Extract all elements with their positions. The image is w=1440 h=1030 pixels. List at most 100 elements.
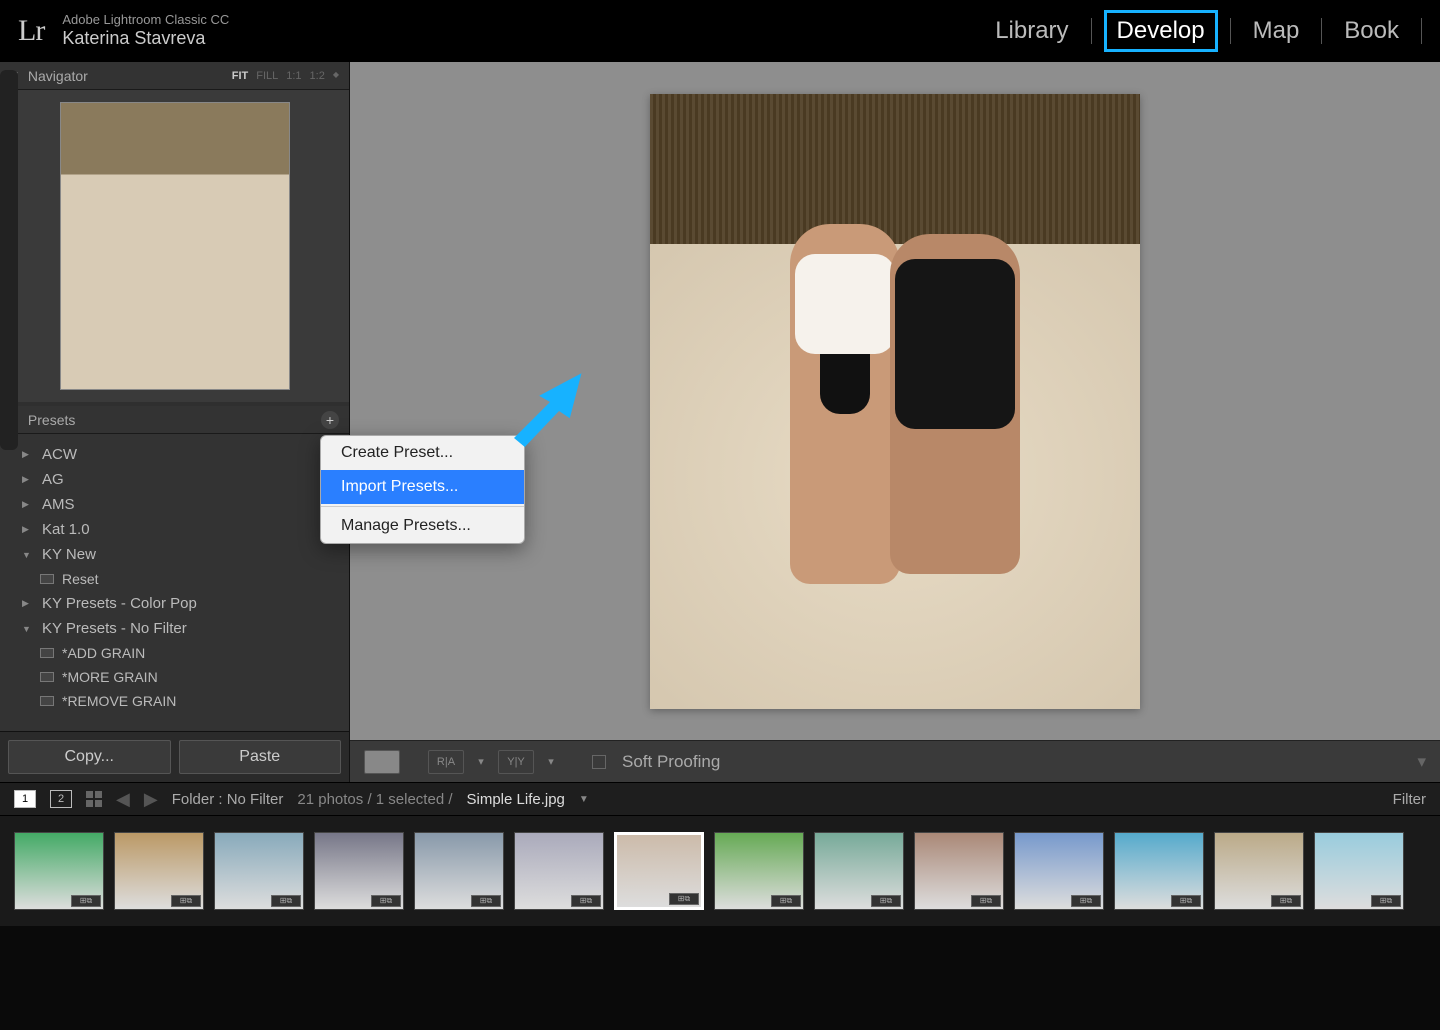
app-name: Adobe Lightroom Classic CC bbox=[62, 13, 229, 28]
presets-list: ▶ACW ▶AG ▶AMS ▶Kat 1.0 ▼KY New Reset ▶KY… bbox=[0, 434, 349, 731]
filter-label[interactable]: Filter bbox=[1393, 791, 1426, 808]
zoom-1-2[interactable]: 1:2 bbox=[310, 70, 325, 82]
filmstrip-thumb[interactable]: ⊞⧉ bbox=[714, 832, 804, 910]
filmstrip-thumb[interactable]: ⊞⧉ bbox=[314, 832, 404, 910]
chevron-right-icon: ▶ bbox=[22, 474, 34, 485]
module-develop[interactable]: Develop bbox=[1104, 10, 1218, 52]
folder-filter-label[interactable]: Folder : No Filter bbox=[172, 791, 284, 808]
filmstrip-thumb[interactable]: ⊞⧉ bbox=[814, 832, 904, 910]
filmstrip-thumb[interactable]: ⊞⧉ bbox=[214, 832, 304, 910]
add-preset-icon[interactable]: + bbox=[321, 411, 339, 429]
preset-folder-nofilter[interactable]: ▼KY Presets - No Filter bbox=[14, 616, 335, 641]
thumb-badge-icon: ⊞⧉ bbox=[1171, 895, 1201, 907]
preset-folder-colorpop[interactable]: ▶KY Presets - Color Pop bbox=[14, 591, 335, 616]
soft-proofing-label: Soft Proofing bbox=[622, 752, 720, 772]
preset-folder-kynew[interactable]: ▼KY New bbox=[14, 542, 335, 567]
divider bbox=[1421, 18, 1422, 44]
module-tabs: Library Develop Map Book bbox=[985, 10, 1422, 52]
copy-paste-bar: Copy... Paste bbox=[0, 731, 349, 782]
left-panel: ▼ Navigator FIT FILL 1:1 1:2 ◆ ▼ Presets… bbox=[0, 62, 350, 782]
filmstrip-thumb[interactable]: ⊞⧉ bbox=[114, 832, 204, 910]
preset-reset[interactable]: Reset bbox=[14, 567, 335, 591]
title-block: Adobe Lightroom Classic CC Katerina Stav… bbox=[62, 13, 229, 49]
left-collapse-handle[interactable] bbox=[0, 70, 18, 450]
filmstrip-thumb[interactable]: ⊞⧉ bbox=[1114, 832, 1204, 910]
module-book[interactable]: Book bbox=[1334, 13, 1409, 49]
preset-folder-acw[interactable]: ▶ACW bbox=[14, 442, 335, 467]
toolbar-collapse-icon[interactable]: ▾ bbox=[1417, 752, 1426, 772]
chevron-down-icon[interactable]: ▾ bbox=[544, 750, 558, 774]
thumb-badge-icon: ⊞⧉ bbox=[971, 895, 1001, 907]
thumb-badge-icon: ⊞⧉ bbox=[871, 895, 901, 907]
before-after-ra-button[interactable]: R|A bbox=[428, 750, 464, 774]
filmstrip-thumb[interactable]: ⊞⧉ bbox=[414, 832, 504, 910]
preset-remove-grain[interactable]: *REMOVE GRAIN bbox=[14, 689, 335, 713]
navigator-title: Navigator bbox=[28, 68, 88, 84]
chevron-down-icon[interactable]: ▼ bbox=[579, 794, 589, 805]
preset-icon bbox=[40, 574, 54, 584]
preset-folder-ag[interactable]: ▶AG bbox=[14, 467, 335, 492]
module-map[interactable]: Map bbox=[1243, 13, 1310, 49]
filmstrip-thumb[interactable]: ⊞⧉ bbox=[614, 832, 704, 910]
filmstrip-thumb[interactable]: ⊞⧉ bbox=[1014, 832, 1104, 910]
canvas-toolbar: R|A ▾ Y|Y ▾ Soft Proofing ▾ bbox=[350, 740, 1440, 782]
zoom-dropdown-icon[interactable]: ◆ bbox=[333, 70, 339, 82]
current-filename[interactable]: Simple Life.jpg bbox=[467, 791, 565, 808]
chevron-right-icon: ▶ bbox=[22, 499, 34, 510]
before-after-yy-button[interactable]: Y|Y bbox=[498, 750, 534, 774]
chevron-down-icon: ▼ bbox=[22, 550, 34, 560]
zoom-fit[interactable]: FIT bbox=[232, 70, 249, 82]
annotation-arrow bbox=[505, 366, 595, 461]
filmstrip-thumb[interactable]: ⊞⧉ bbox=[1314, 832, 1404, 910]
navigator-thumbnail[interactable] bbox=[60, 102, 290, 390]
preset-icon bbox=[40, 696, 54, 706]
soft-proofing-checkbox[interactable] bbox=[592, 755, 606, 769]
thumb-badge-icon: ⊞⧉ bbox=[1371, 895, 1401, 907]
preset-icon bbox=[40, 672, 54, 682]
photo-preview[interactable] bbox=[650, 94, 1140, 709]
presets-title: Presets bbox=[28, 412, 75, 428]
topbar: Lr Adobe Lightroom Classic CC Katerina S… bbox=[0, 0, 1440, 62]
thumb-badge-icon: ⊞⧉ bbox=[71, 895, 101, 907]
presets-header[interactable]: ▼ Presets + bbox=[0, 406, 349, 434]
zoom-1-1[interactable]: 1:1 bbox=[286, 70, 301, 82]
preset-add-grain[interactable]: *ADD GRAIN bbox=[14, 641, 335, 665]
chevron-right-icon: ▶ bbox=[22, 598, 34, 609]
menu-manage-presets[interactable]: Manage Presets... bbox=[321, 509, 524, 543]
preset-folder-ams[interactable]: ▶AMS bbox=[14, 492, 335, 517]
thumb-badge-icon: ⊞⧉ bbox=[371, 895, 401, 907]
preset-folder-kat[interactable]: ▶Kat 1.0 bbox=[14, 517, 335, 542]
thumb-badge-icon: ⊞⧉ bbox=[771, 895, 801, 907]
menu-import-presets[interactable]: Import Presets... bbox=[321, 470, 524, 504]
thumb-badge-icon: ⊞⧉ bbox=[171, 895, 201, 907]
navigator-thumb-area bbox=[0, 90, 349, 402]
filmstrip-header: 1 2 ◀ ▶ Folder : No Filter 21 photos / 1… bbox=[0, 782, 1440, 816]
app-logo: Lr bbox=[18, 14, 44, 48]
module-library[interactable]: Library bbox=[985, 13, 1078, 49]
thumb-badge-icon: ⊞⧉ bbox=[669, 893, 699, 905]
copy-button[interactable]: Copy... bbox=[8, 740, 171, 774]
paste-button[interactable]: Paste bbox=[179, 740, 342, 774]
next-arrow-icon[interactable]: ▶ bbox=[144, 789, 158, 810]
thumb-badge-icon: ⊞⧉ bbox=[271, 895, 301, 907]
navigator-zoom-modes: FIT FILL 1:1 1:2 ◆ bbox=[232, 70, 339, 82]
prev-arrow-icon[interactable]: ◀ bbox=[116, 789, 130, 810]
preset-more-grain[interactable]: *MORE GRAIN bbox=[14, 665, 335, 689]
chevron-right-icon: ▶ bbox=[22, 449, 34, 460]
filmstrip[interactable]: ⊞⧉ ⊞⧉ ⊞⧉ ⊞⧉ ⊞⧉ ⊞⧉ ⊞⧉ ⊞⧉ ⊞⧉ ⊞⧉ ⊞⧉ ⊞⧉ ⊞⧉ ⊞⧉ bbox=[0, 816, 1440, 926]
monitor-2-button[interactable]: 2 bbox=[50, 790, 72, 808]
filmstrip-thumb[interactable]: ⊞⧉ bbox=[14, 832, 104, 910]
user-name: Katerina Stavreva bbox=[62, 28, 229, 49]
grid-view-icon[interactable] bbox=[86, 791, 102, 807]
filmstrip-thumb[interactable]: ⊞⧉ bbox=[1214, 832, 1304, 910]
filmstrip-thumb[interactable]: ⊞⧉ bbox=[514, 832, 604, 910]
loupe-view-button[interactable] bbox=[364, 750, 400, 774]
menu-create-preset[interactable]: Create Preset... bbox=[321, 436, 524, 470]
chevron-down-icon[interactable]: ▾ bbox=[474, 750, 488, 774]
thumb-badge-icon: ⊞⧉ bbox=[571, 895, 601, 907]
divider bbox=[1230, 18, 1231, 44]
monitor-1-button[interactable]: 1 bbox=[14, 790, 36, 808]
filmstrip-thumb[interactable]: ⊞⧉ bbox=[914, 832, 1004, 910]
navigator-header[interactable]: ▼ Navigator FIT FILL 1:1 1:2 ◆ bbox=[0, 62, 349, 90]
zoom-fill[interactable]: FILL bbox=[256, 70, 278, 82]
